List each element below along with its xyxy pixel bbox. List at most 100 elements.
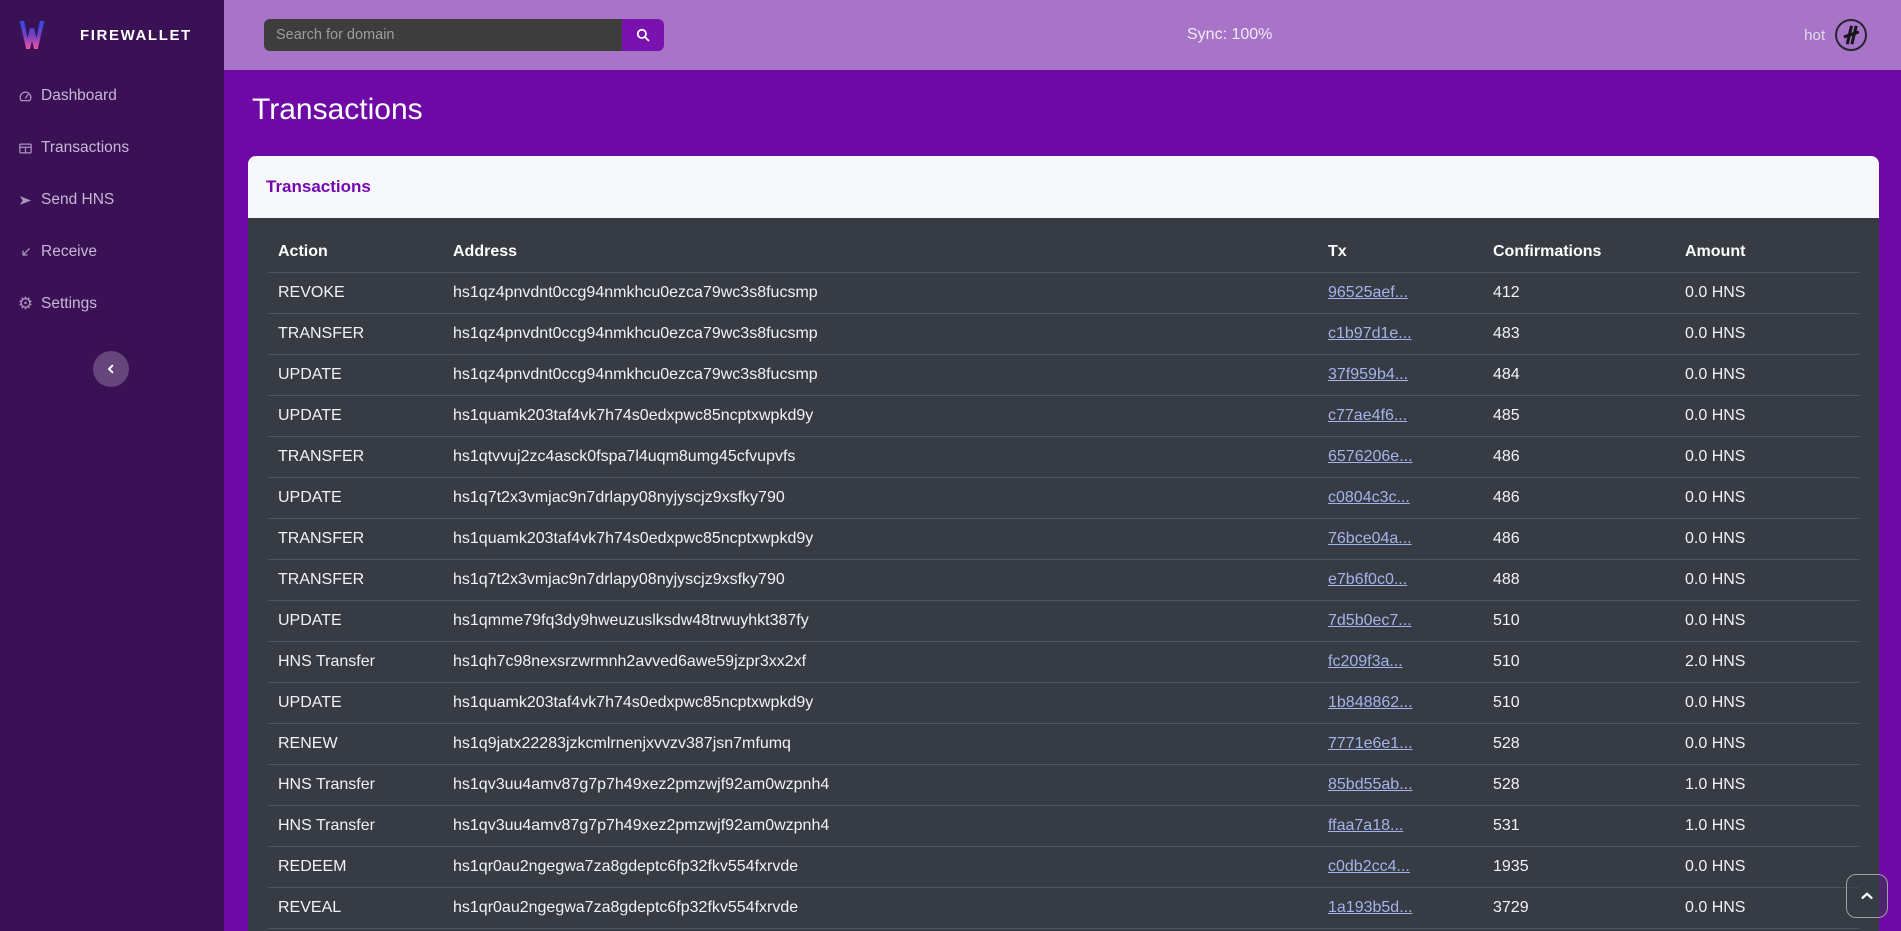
tx-link[interactable]: c77ae4f6... [1328,407,1407,424]
address-cell: hs1q7t2x3vmjac9n7drlapy08nyjyscjz9xsfky7… [443,560,1318,601]
address-cell: hs1qv3uu4amv87g7p7h49xez2pmzwjf92am0wzpn… [443,765,1318,806]
table-row: RENEW hs1q9jatx22283jzkcmlrnenjxvvzv387j… [268,724,1859,765]
address-cell: hs1qh7c98nexsrzwrmnh2avved6awe59jzpr3xx2… [443,642,1318,683]
wallet-menu-button[interactable]: hot [1804,0,1867,70]
topbar: Sync: 100% hot [224,0,1901,70]
amount-cell: 0.0 HNS [1675,519,1859,560]
tx-link[interactable]: ffaa7a18... [1328,817,1403,834]
amount-cell: 0.0 HNS [1675,847,1859,888]
tx-link[interactable]: 85bd55ab... [1328,776,1413,793]
dashboard-gauge-icon [16,89,35,104]
amount-cell: 2.0 HNS [1675,642,1859,683]
tx-link[interactable]: 6576206e... [1328,448,1413,465]
amount-cell: 0.0 HNS [1675,683,1859,724]
tx-cell: fc209f3a... [1318,642,1483,683]
tx-link[interactable]: 96525aef... [1328,284,1408,301]
amount-cell: 0.0 HNS [1675,601,1859,642]
address-cell: hs1quamk203taf4vk7h74s0edxpwc85ncptxwpkd… [443,683,1318,724]
action-cell: TRANSFER [268,314,443,355]
action-cell: HNS Transfer [268,642,443,683]
table-row: REVOKE hs1qz4pnvdnt0ccg94nmkhcu0ezca79wc… [268,273,1859,314]
address-cell: hs1quamk203taf4vk7h74s0edxpwc85ncptxwpkd… [443,519,1318,560]
table-row: REDEEM hs1qr0au2ngegwa7za8gdeptc6fp32fkv… [268,847,1859,888]
sidebar-item-label: Receive [41,243,97,261]
tx-link[interactable]: 37f959b4... [1328,366,1408,383]
table-row: UPDATE hs1q7t2x3vmjac9n7drlapy08nyjyscjz… [268,478,1859,519]
scroll-top-button[interactable] [1846,874,1888,918]
tx-cell: 7771e6e1... [1318,724,1483,765]
confirmations-cell: 528 [1483,765,1675,806]
action-cell: TRANSFER [268,519,443,560]
tx-link[interactable]: fc209f3a... [1328,653,1403,670]
transactions-table: Action Address Tx Confirmations Amount R… [268,232,1859,929]
card-title: Transactions [266,177,371,197]
tx-cell: 76bce04a... [1318,519,1483,560]
amount-cell: 0.0 HNS [1675,478,1859,519]
tx-link[interactable]: 1b848862... [1328,694,1413,711]
table-row: UPDATE hs1qmme79fq3dy9hweuzuslksdw48trwu… [268,601,1859,642]
amount-cell: 0.0 HNS [1675,314,1859,355]
wallet-name-label: hot [1804,27,1825,44]
action-cell: HNS Transfer [268,765,443,806]
sidebar-item-dashboard[interactable]: Dashboard [0,70,224,122]
tx-cell: 96525aef... [1318,273,1483,314]
table-header-row: Action Address Tx Confirmations Amount [268,232,1859,273]
action-cell: REDEEM [268,847,443,888]
amount-cell: 0.0 HNS [1675,724,1859,765]
transactions-tbody: REVOKE hs1qz4pnvdnt0ccg94nmkhcu0ezca79wc… [268,273,1859,929]
tx-cell: 6576206e... [1318,437,1483,478]
search-button[interactable] [622,19,664,51]
tx-cell: c1b97d1e... [1318,314,1483,355]
sidebar-item-settings[interactable]: ⚙ Settings [0,278,224,330]
tx-link[interactable]: c1b97d1e... [1328,325,1412,342]
search-input[interactable] [264,19,622,51]
action-cell: RENEW [268,724,443,765]
tx-link[interactable]: e7b6f0c0... [1328,571,1407,588]
tx-cell: ffaa7a18... [1318,806,1483,847]
table-row: HNS Transfer hs1qh7c98nexsrzwrmnh2avved6… [268,642,1859,683]
tx-link[interactable]: c0db2cc4... [1328,858,1410,875]
table-row: HNS Transfer hs1qv3uu4amv87g7p7h49xez2pm… [268,806,1859,847]
firewallet-logo-icon [18,18,46,52]
sidebar-item-send-hns[interactable]: Send HNS [0,174,224,226]
table-icon [16,141,35,156]
column-header-tx: Tx [1318,232,1483,273]
action-cell: TRANSFER [268,437,443,478]
address-cell: hs1qz4pnvdnt0ccg94nmkhcu0ezca79wc3s8fucs… [443,355,1318,396]
tx-cell: 1b848862... [1318,683,1483,724]
sidebar-collapse-button[interactable] [93,351,129,387]
table-row: TRANSFER hs1quamk203taf4vk7h74s0edxpwc85… [268,519,1859,560]
amount-cell: 0.0 HNS [1675,437,1859,478]
address-cell: hs1q7t2x3vmjac9n7drlapy08nyjyscjz9xsfky7… [443,478,1318,519]
amount-cell: 0.0 HNS [1675,273,1859,314]
address-cell: hs1qtvvuj2zc4asck0fspa7l4uqm8umg45cfvupv… [443,437,1318,478]
tx-link[interactable]: 7d5b0ec7... [1328,612,1412,629]
handshake-logo-icon [1835,19,1867,51]
tx-cell: 1a193b5d... [1318,888,1483,929]
sidebar-item-receive[interactable]: Receive [0,226,224,278]
amount-cell: 0.0 HNS [1675,888,1859,929]
tx-cell: 7d5b0ec7... [1318,601,1483,642]
tx-cell: 37f959b4... [1318,355,1483,396]
amount-cell: 1.0 HNS [1675,806,1859,847]
address-cell: hs1qr0au2ngegwa7za8gdeptc6fp32fkv554fxrv… [443,888,1318,929]
tx-link[interactable]: c0804c3c... [1328,489,1410,506]
sync-status: Sync: 100% [1187,0,1272,70]
tx-link[interactable]: 76bce04a... [1328,530,1412,547]
card-header: Transactions [248,156,1879,218]
confirmations-cell: 412 [1483,273,1675,314]
tx-cell: c0db2cc4... [1318,847,1483,888]
address-cell: hs1q9jatx22283jzkcmlrnenjxvvzv387jsn7mfu… [443,724,1318,765]
confirmations-cell: 510 [1483,601,1675,642]
page-title: Transactions [252,93,423,127]
receive-arrow-icon [16,245,35,260]
sidebar-item-transactions[interactable]: Transactions [0,122,224,174]
address-cell: hs1qz4pnvdnt0ccg94nmkhcu0ezca79wc3s8fucs… [443,273,1318,314]
table-row: TRANSFER hs1q7t2x3vmjac9n7drlapy08nyjysc… [268,560,1859,601]
tx-link[interactable]: 1a193b5d... [1328,899,1413,916]
action-cell: UPDATE [268,478,443,519]
column-header-amount: Amount [1675,232,1859,273]
confirmations-cell: 1935 [1483,847,1675,888]
tx-link[interactable]: 7771e6e1... [1328,735,1413,752]
tx-cell: c0804c3c... [1318,478,1483,519]
